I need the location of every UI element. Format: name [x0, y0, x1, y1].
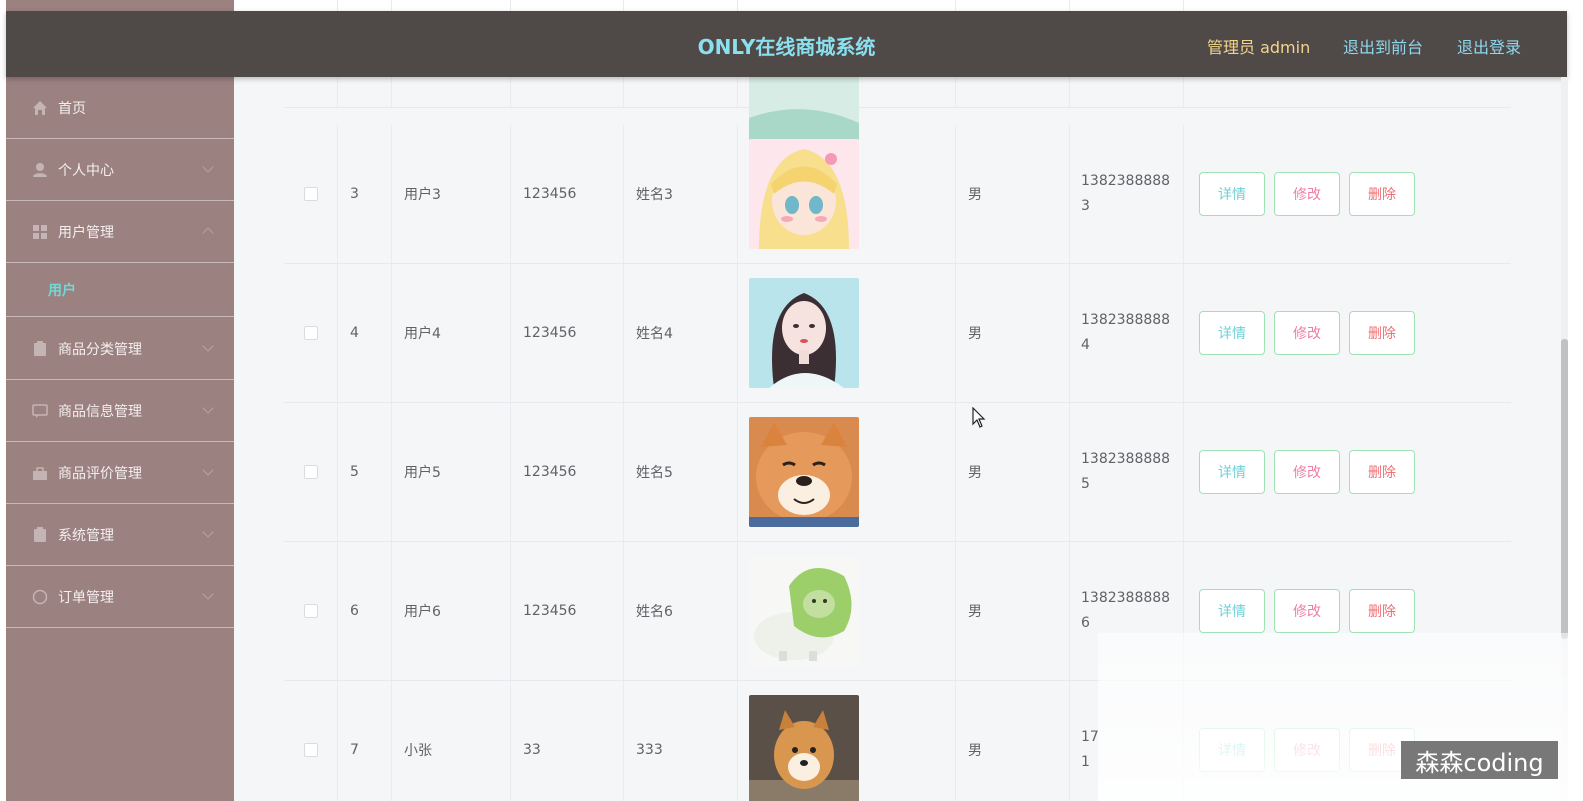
cell-name: 333 [624, 681, 738, 801]
cell-password: 123456 [511, 264, 624, 402]
cell-name: 姓名5 [624, 403, 738, 541]
grid-icon [33, 224, 47, 239]
cell-username: 小张 [392, 681, 511, 801]
sidebar-item-system-management[interactable]: 系统管理 [6, 504, 234, 566]
sidebar-item-product-management[interactable]: 商品信息管理 [6, 380, 234, 442]
cell-id: 4 [338, 264, 392, 402]
user-avatar [749, 139, 859, 249]
edit-button[interactable]: 修改 [1274, 450, 1340, 494]
cell-password: 123456 [511, 125, 624, 263]
cell-name: 姓名3 [624, 125, 738, 263]
sidebar-item-label: 订单管理 [58, 589, 114, 606]
row-checkbox[interactable] [303, 465, 318, 479]
cell-actions: 详情 修改 删除 [1184, 125, 1511, 263]
cell-phone: 1382388888 5 [1070, 403, 1184, 541]
user-avatar [749, 417, 859, 527]
edit-button[interactable]: 修改 [1274, 589, 1340, 633]
row-checkbox[interactable] [303, 326, 318, 340]
sidebar-item-review-management[interactable]: 商品评价管理 [6, 442, 234, 504]
table-row: 4 用户4 123456 姓名4 男 1382388888 4 详情 修改 删除 [284, 264, 1511, 403]
sidebar-item-label: 首页 [58, 100, 86, 117]
table-row: 3 用户3 123456 姓名3 男 1382388888 3 详情 修改 删除 [284, 125, 1511, 264]
cell-phone: 1382388888 4 [1070, 264, 1184, 402]
sidebar-subitem-user[interactable]: 用户 [6, 263, 234, 317]
chevron-down-icon [202, 588, 214, 600]
chevron-down-icon [202, 340, 214, 352]
sidebar-item-personal-center[interactable]: 个人中心 [6, 139, 234, 201]
cell-password: 123456 [511, 403, 624, 541]
clipboard-icon [34, 526, 46, 542]
cell-id: 7 [338, 681, 392, 801]
user-icon [33, 162, 47, 177]
home-icon [33, 100, 47, 115]
cell-name: 姓名4 [624, 264, 738, 402]
cell-actions: 详情 修改 删除 [1184, 403, 1511, 541]
detail-button[interactable]: 详情 [1199, 311, 1265, 355]
sidebar-subitem-label: 用户 [48, 282, 76, 299]
delete-button[interactable]: 删除 [1349, 172, 1415, 216]
sidebar-item-label: 系统管理 [58, 527, 114, 544]
cell-sex: 男 [956, 264, 1070, 402]
bag-icon [33, 466, 47, 480]
sidebar-item-category-management[interactable]: 商品分类管理 [6, 318, 234, 380]
detail-button[interactable]: 详情 [1199, 589, 1265, 633]
cell-username: 用户6 [392, 542, 511, 680]
delete-button[interactable]: 删除 [1349, 589, 1415, 633]
message-icon [32, 403, 48, 418]
app-window: 首页 个人中心 用户管理 用户 商品分类管理 商品信息管理 商品评价管理 系统管… [0, 0, 1583, 801]
chevron-up-icon [202, 227, 214, 239]
top-header: ONLY在线商城系统 管理员 admin 退出到前台 退出登录 [6, 11, 1567, 77]
cell-sex: 男 [956, 125, 1070, 263]
user-avatar [749, 278, 859, 388]
row-checkbox[interactable] [303, 187, 318, 201]
detail-button[interactable]: 详情 [1199, 450, 1265, 494]
row-checkbox[interactable] [303, 743, 318, 757]
delete-button[interactable]: 删除 [1349, 450, 1415, 494]
sidebar-item-label: 用户管理 [58, 224, 114, 241]
cell-id: 5 [338, 403, 392, 541]
sidebar-item-user-management[interactable]: 用户管理 [6, 201, 234, 263]
sidebar-item-label: 个人中心 [58, 162, 114, 179]
cell-id: 6 [338, 542, 392, 680]
cell-username: 用户4 [392, 264, 511, 402]
cell-name: 姓名6 [624, 542, 738, 680]
cell-phone: 1382388888 3 [1070, 125, 1184, 263]
detail-button[interactable]: 详情 [1199, 172, 1265, 216]
chevron-down-icon [202, 161, 214, 173]
edit-button[interactable]: 修改 [1274, 311, 1340, 355]
cell-sex: 男 [956, 681, 1070, 801]
cell-sex: 男 [956, 542, 1070, 680]
admin-label: 管理员 admin [1207, 38, 1311, 57]
chevron-down-icon [202, 526, 214, 538]
logout-link[interactable]: 退出登录 [1457, 34, 1521, 58]
page-title: ONLY在线商城系统 [697, 35, 876, 59]
sidebar: 首页 个人中心 用户管理 用户 商品分类管理 商品信息管理 商品评价管理 系统管… [6, 0, 234, 801]
clipboard-icon [34, 340, 46, 356]
cell-id: 3 [338, 125, 392, 263]
back-to-front-link[interactable]: 退出到前台 [1343, 34, 1423, 58]
cell-username: 用户5 [392, 403, 511, 541]
delete-button[interactable]: 删除 [1349, 311, 1415, 355]
cell-password: 33 [511, 681, 624, 801]
clock-icon [32, 589, 48, 604]
user-avatar [749, 556, 859, 666]
user-avatar [749, 695, 859, 801]
watermark: 森森coding [1401, 741, 1558, 779]
cell-username: 用户3 [392, 125, 511, 263]
sidebar-item-home[interactable]: 首页 [6, 77, 234, 139]
cell-actions: 详情 修改 删除 [1184, 264, 1511, 402]
chevron-down-icon [202, 402, 214, 414]
edit-button[interactable]: 修改 [1274, 172, 1340, 216]
sidebar-item-label: 商品信息管理 [58, 403, 142, 420]
mouse-cursor-icon [972, 407, 986, 428]
sidebar-item-label: 商品评价管理 [58, 465, 142, 482]
row-checkbox[interactable] [303, 604, 318, 618]
table-row: 5 用户5 123456 姓名5 男 1382388888 5 详情 修改 删除 [284, 403, 1511, 542]
sidebar-item-label: 商品分类管理 [58, 341, 142, 358]
sidebar-item-order-management[interactable]: 订单管理 [6, 566, 234, 628]
chevron-down-icon [202, 464, 214, 476]
cell-password: 123456 [511, 542, 624, 680]
scrollbar-thumb[interactable] [1561, 339, 1568, 639]
